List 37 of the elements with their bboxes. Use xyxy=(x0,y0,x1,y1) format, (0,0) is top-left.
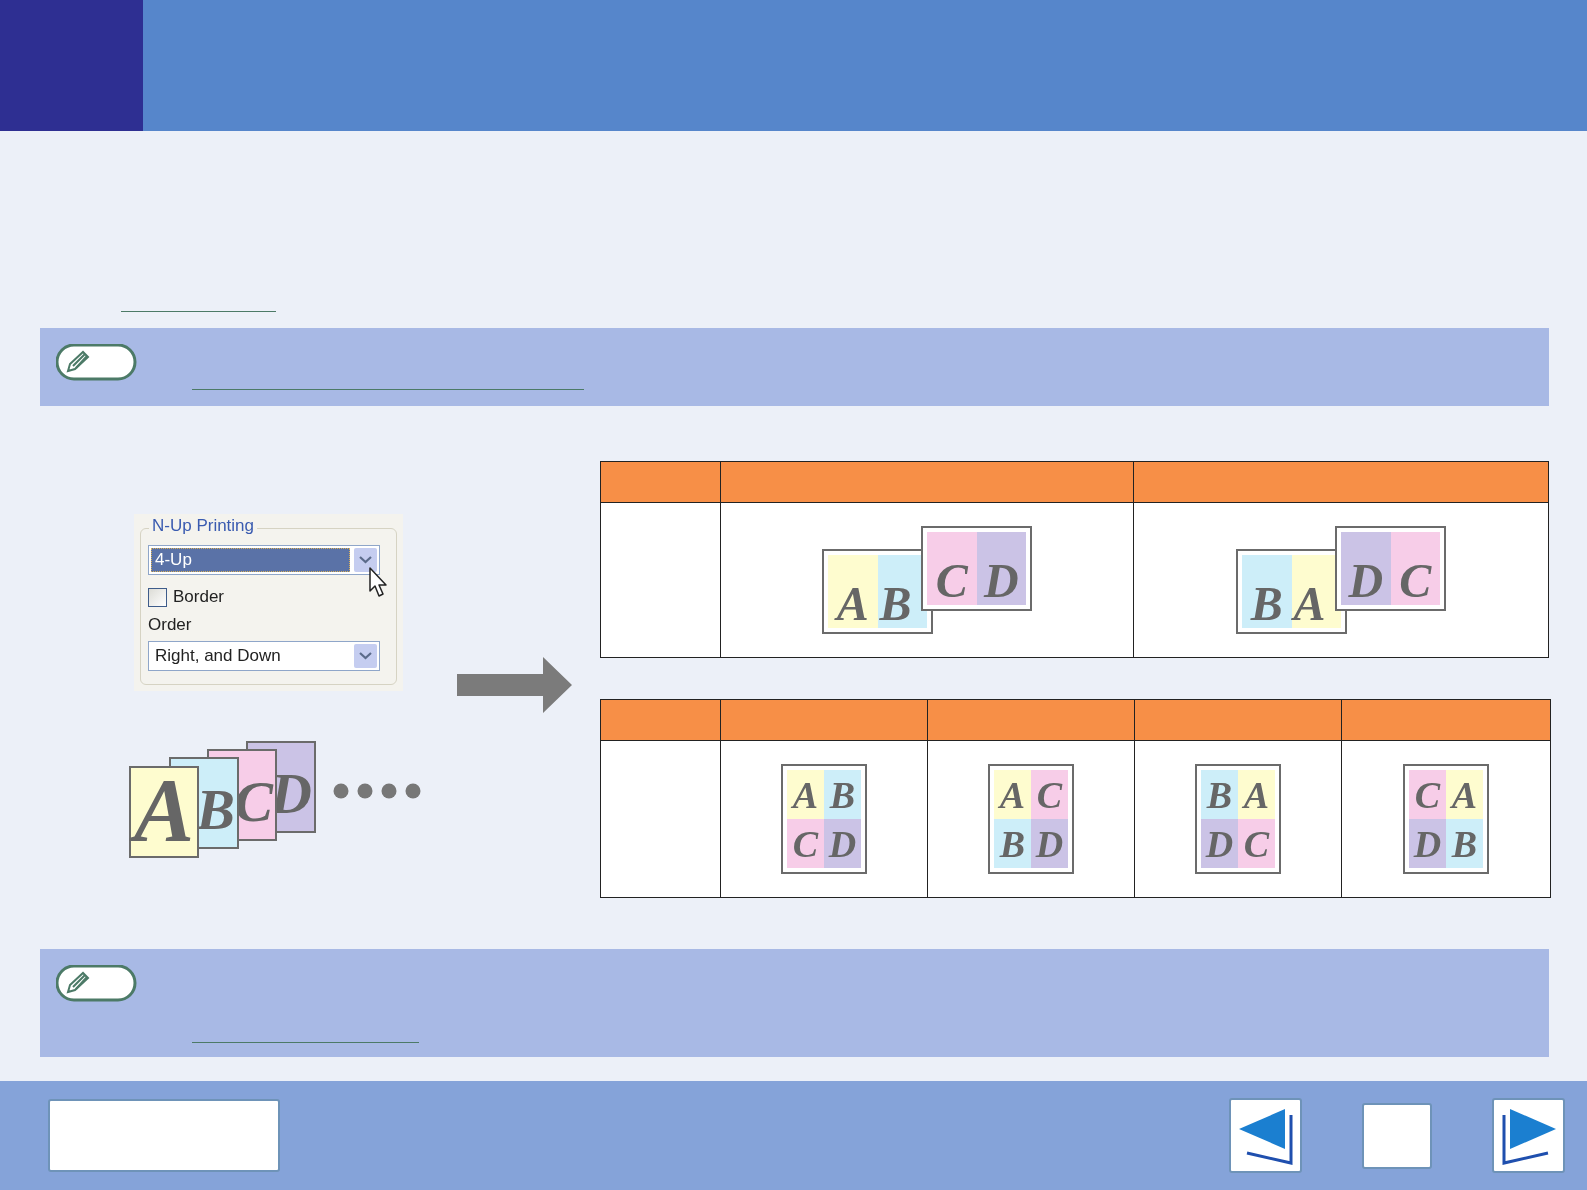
page-panel: A xyxy=(994,770,1031,819)
cursor-icon xyxy=(368,566,390,598)
page-panel: D xyxy=(976,532,1026,605)
note-icon xyxy=(56,344,138,382)
arrow-icon xyxy=(457,657,572,713)
home-button[interactable] xyxy=(1362,1102,1432,1169)
page-panel: A xyxy=(787,770,824,819)
previous-button[interactable] xyxy=(1229,1098,1302,1173)
page-panel: C xyxy=(1031,770,1068,819)
order-label: Order xyxy=(148,615,192,635)
page-panel: D xyxy=(824,819,861,868)
ellipsis-icon xyxy=(333,783,421,799)
contents-button[interactable] xyxy=(48,1099,280,1172)
border-checkbox[interactable]: Border xyxy=(148,587,225,607)
page-sheet: A xyxy=(129,766,199,858)
page-panel: B xyxy=(1242,555,1292,628)
page-panel: C xyxy=(1238,819,1275,868)
page-panel: D xyxy=(1409,819,1446,868)
page-panel: B xyxy=(1201,770,1238,819)
page-panel: A xyxy=(1238,770,1275,819)
page-panel: A xyxy=(1446,770,1483,819)
page-panel: B xyxy=(824,770,861,819)
page-panel: C xyxy=(1390,532,1440,605)
group-label: N-Up Printing xyxy=(149,516,258,536)
page-panel: C xyxy=(787,819,824,868)
page-panel: D xyxy=(1341,532,1391,605)
page-panel: C xyxy=(1409,770,1446,819)
page-panel: B xyxy=(994,819,1031,868)
order-dropdown[interactable]: Right, and Down xyxy=(148,641,380,671)
page-panel: C xyxy=(927,532,977,605)
page-panel: D xyxy=(1201,819,1238,868)
n-up-dropdown[interactable]: 4-Up xyxy=(148,545,380,575)
page-panel: A xyxy=(828,555,878,628)
next-button[interactable] xyxy=(1492,1098,1565,1173)
page-panel: B xyxy=(1446,819,1483,868)
page-panel: D xyxy=(1031,819,1068,868)
note-icon xyxy=(56,965,138,1003)
